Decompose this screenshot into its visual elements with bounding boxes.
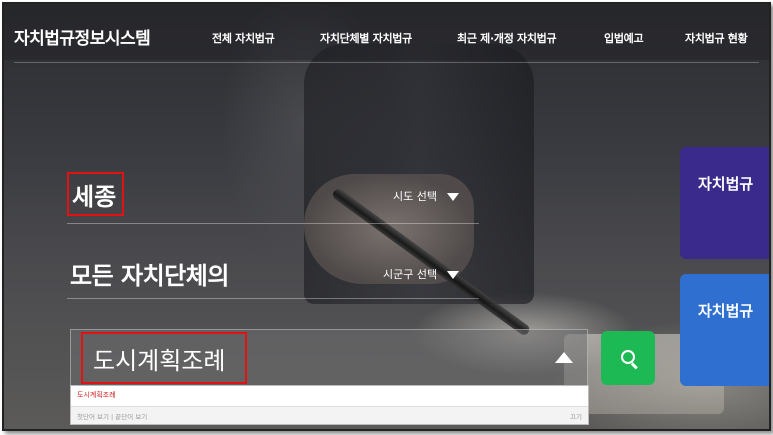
dropdown-arrow-icon <box>447 271 460 279</box>
sigungu-select[interactable]: 시군구 선택 <box>383 266 460 282</box>
nav-item-legislative-notice[interactable]: 입법예고 <box>604 30 644 46</box>
search-button[interactable] <box>601 331 655 385</box>
sigungu-select-label: 시군구 선택 <box>383 268 438 281</box>
search-icon-handle <box>631 362 638 370</box>
side-card-label: 자치법규 <box>698 302 754 320</box>
nav-item-by-municipality[interactable]: 자치단체별 자치법규 <box>320 30 412 46</box>
search-input[interactable]: 도시계획조례 <box>70 329 588 387</box>
divider-line <box>67 223 479 224</box>
side-card-local-laws-2[interactable]: 자치법규 <box>680 274 769 386</box>
top-navigation: 자치법규정보시스템 전체 자치법규 자치단체별 자치법규 최근 제·개정 자치법… <box>4 4 769 60</box>
side-card-label: 자치법규 <box>698 175 754 193</box>
page-frame: 자치법규정보시스템 전체 자치법규 자치단체별 자치법규 최근 제·개정 자치법… <box>2 2 771 431</box>
nav-item-law-status[interactable]: 자치법규 현황 <box>685 30 748 46</box>
word-position-toggle[interactable]: 첫단어 보기 | 끝단어 보기 <box>77 411 147 421</box>
nav-item-all-laws[interactable]: 전체 자치법규 <box>212 30 275 46</box>
site-logo[interactable]: 자치법규정보시스템 <box>14 24 151 49</box>
hero-subtitle: 모든 자치단체의 <box>70 262 229 290</box>
side-card-local-laws-1[interactable]: 자치법규 <box>680 147 769 259</box>
dropdown-arrow-icon <box>446 193 459 201</box>
sido-select[interactable]: 시도 선택 <box>393 188 459 204</box>
suggestion-item[interactable]: 도시계획조례 <box>77 390 116 400</box>
suggestion-footer: 첫단어 보기 | 끝단어 보기 끄기 <box>71 406 588 424</box>
autocomplete-off-button[interactable]: 끄기 <box>570 411 582 421</box>
nav-item-recent-amendments[interactable]: 최근 제·개정 자치법규 <box>457 30 557 46</box>
region-title: 세종 <box>67 172 125 216</box>
nav-divider <box>14 62 759 63</box>
sido-select-label: 시도 선택 <box>393 190 437 203</box>
collapse-suggestions-icon[interactable] <box>555 352 573 363</box>
autocomplete-dropdown: 도시계획조례 첫단어 보기 | 끝단어 보기 끄기 <box>70 385 589 425</box>
divider-line <box>67 298 479 299</box>
search-input-value: 도시계획조례 <box>81 332 248 384</box>
